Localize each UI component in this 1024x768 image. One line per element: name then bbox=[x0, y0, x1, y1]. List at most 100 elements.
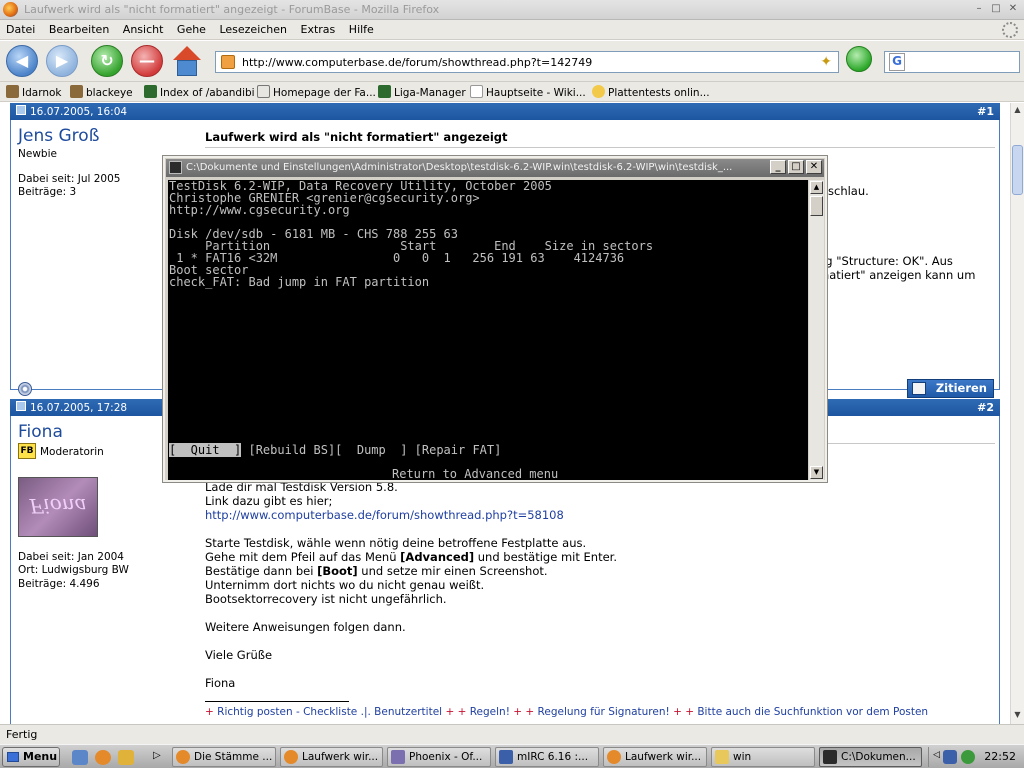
user-location: Ort: Ludwigsburg BW bbox=[18, 564, 129, 576]
post-text-fragment: schlau. bbox=[828, 184, 869, 198]
scroll-up-icon[interactable]: ▲ bbox=[810, 181, 823, 194]
reload-button[interactable]: ↻ bbox=[91, 45, 123, 77]
scroll-up-icon[interactable]: ▲ bbox=[1012, 105, 1023, 117]
back-button[interactable]: ◀ bbox=[6, 45, 38, 77]
close-button[interactable]: ✕ bbox=[1006, 2, 1020, 16]
page-scrollbar[interactable]: ▲ ▼ bbox=[1010, 103, 1024, 724]
menu-ansicht[interactable]: Ansicht bbox=[118, 20, 169, 36]
menu-hilfe[interactable]: Hilfe bbox=[344, 20, 379, 36]
scroll-down-icon[interactable]: ▼ bbox=[1012, 710, 1023, 722]
bulb-icon bbox=[592, 85, 605, 98]
signature-link[interactable]: .|. Benutzertitel bbox=[361, 706, 442, 718]
console-window[interactable]: C:\Dokumente und Einstellungen\Administr… bbox=[162, 155, 828, 483]
author-name-link[interactable]: Jens Groß bbox=[18, 126, 99, 146]
search-input[interactable]: G bbox=[884, 51, 1020, 73]
post-text: Bootsektorrecovery ist nicht ungefährlic… bbox=[205, 592, 447, 606]
bookmark-plattentests[interactable]: Plattentests onlin... bbox=[592, 85, 710, 99]
menu-gehe[interactable]: Gehe bbox=[172, 20, 211, 36]
user-rank: Moderatorin bbox=[40, 446, 104, 458]
console-titlebar[interactable]: C:\Dokumente und Einstellungen\Administr… bbox=[166, 159, 824, 177]
menu-lesezeichen[interactable]: Lesezeichen bbox=[214, 20, 292, 36]
user-post-count: Beiträge: 3 bbox=[18, 186, 77, 198]
console-icon[interactable] bbox=[169, 161, 182, 174]
bookmark-idarnok[interactable]: Idarnok bbox=[6, 85, 62, 99]
console-scroll-thumb[interactable] bbox=[810, 196, 823, 216]
thread-link[interactable]: http://www.computerbase.de/forum/showthr… bbox=[205, 508, 564, 522]
post-number-link[interactable]: #2 bbox=[977, 401, 994, 414]
tray-network-icon[interactable] bbox=[961, 750, 975, 764]
firefox-icon[interactable] bbox=[3, 2, 18, 17]
folder-icon bbox=[715, 750, 729, 764]
post-header: 16.07.2005, 16:04 #1 bbox=[10, 103, 1000, 120]
app-quicklaunch-icon[interactable] bbox=[118, 750, 134, 765]
go-button[interactable] bbox=[846, 46, 872, 72]
bookmark-blackeye[interactable]: blackeye bbox=[70, 85, 133, 99]
bookmark-liga-manager[interactable]: Liga-Manager bbox=[378, 85, 466, 99]
home-button[interactable] bbox=[171, 44, 203, 78]
post-text-fragment: ng "Structure: OK". Aus bbox=[818, 254, 953, 268]
firefox-icon bbox=[607, 750, 621, 764]
task-button[interactable]: Phoenix - Of... bbox=[387, 747, 491, 767]
console-scrollbar[interactable]: ▲ ▼ bbox=[809, 180, 824, 480]
google-icon[interactable]: G bbox=[889, 53, 905, 71]
post-text-line: Gehe mit dem Pfeil auf das Menü [Advance… bbox=[205, 550, 617, 564]
console-minimize-button[interactable]: _ bbox=[770, 160, 786, 174]
task-button[interactable]: Laufwerk wir... bbox=[280, 747, 383, 767]
maximize-button[interactable]: □ bbox=[989, 2, 1003, 16]
console-screen[interactable]: TestDisk 6.2-WIP, Data Recovery Utility,… bbox=[168, 180, 808, 480]
stop-button[interactable]: — bbox=[131, 45, 163, 77]
task-button[interactable]: Die Stämme ... bbox=[172, 747, 276, 767]
task-button[interactable]: win bbox=[711, 747, 815, 767]
bookmark-wikipedia[interactable]: Hauptseite - Wiki... bbox=[470, 85, 586, 99]
signature-link[interactable]: Regeln! bbox=[470, 706, 510, 718]
shield-icon bbox=[144, 85, 157, 98]
online-status-icon bbox=[18, 382, 32, 396]
signature-link[interactable]: Regelung für Signaturen! bbox=[538, 706, 670, 718]
shield-icon bbox=[378, 85, 391, 98]
console-line: check_FAT: Bad jump in FAT partition bbox=[169, 275, 430, 289]
firefox-icon bbox=[284, 750, 298, 764]
address-bar[interactable]: http://www.computerbase.de/forum/showthr… bbox=[215, 51, 839, 73]
menu-extras[interactable]: Extras bbox=[296, 20, 341, 36]
user-joined: Dabei seit: Jul 2005 bbox=[18, 173, 121, 185]
bookmark-index-abandibi[interactable]: Index of /abandibi bbox=[144, 85, 255, 99]
taskbar-clock[interactable]: 22:52 bbox=[984, 750, 1016, 763]
task-button[interactable]: mIRC 6.16 :... bbox=[495, 747, 599, 767]
console-title: C:\Dokumente und Einstellungen\Administr… bbox=[186, 162, 733, 173]
post-text: Link dazu gibt es hier; bbox=[205, 494, 333, 508]
quote-button[interactable]: Zitieren bbox=[907, 379, 994, 398]
post-number-link[interactable]: #1 bbox=[977, 105, 994, 118]
show-desktop-icon[interactable] bbox=[72, 750, 88, 765]
quit-option[interactable]: [ Quit ] bbox=[169, 443, 242, 457]
bookmark-homepage[interactable]: Homepage der Fa... bbox=[257, 85, 376, 99]
start-menu-button[interactable]: Menu bbox=[2, 747, 60, 767]
firefox-quicklaunch-icon[interactable] bbox=[95, 750, 111, 765]
post-text: Starte Testdisk, wähle wenn nötig deine … bbox=[205, 536, 587, 550]
moderator-badge-icon: FB bbox=[18, 443, 36, 459]
forward-button[interactable]: ▶ bbox=[46, 45, 78, 77]
signature-link[interactable]: Bitte auch die Suchfunktion vor dem Post… bbox=[697, 706, 928, 718]
avatar-text: Fiona bbox=[29, 494, 87, 518]
rss-feed-icon[interactable]: ✦ bbox=[820, 54, 832, 70]
taskbar: Menu ▷ Die Stämme ... Laufwerk wir... Ph… bbox=[0, 744, 1024, 768]
quicklaunch-expand-icon[interactable]: ▷ bbox=[153, 750, 163, 765]
minimize-button[interactable]: – bbox=[972, 2, 986, 16]
post-text: Fiona bbox=[205, 676, 236, 690]
task-button-active[interactable]: C:\Dokumen... bbox=[819, 747, 922, 767]
console-close-button[interactable]: ✕ bbox=[806, 160, 822, 174]
tray-mirc-icon[interactable] bbox=[943, 750, 957, 764]
post-date: 16.07.2005, 17:28 bbox=[16, 401, 127, 414]
menu-datei[interactable]: Datei bbox=[1, 20, 40, 36]
home-icon bbox=[173, 46, 201, 60]
console-menu-options[interactable]: [Rebuild BS][ Dump ] [Repair FAT] bbox=[241, 443, 501, 457]
author-name-link[interactable]: Fiona bbox=[18, 422, 63, 442]
scrollbar-thumb[interactable] bbox=[1012, 145, 1023, 195]
back-arrow-icon: ◀ bbox=[15, 51, 29, 70]
tray-expand-icon[interactable]: ◁ bbox=[933, 750, 941, 764]
scroll-down-icon[interactable]: ▼ bbox=[810, 466, 823, 479]
task-button[interactable]: Laufwerk wir... bbox=[603, 747, 707, 767]
signature-link[interactable]: Richtig posten - Checkliste bbox=[217, 706, 357, 718]
menu-bearbeiten[interactable]: Bearbeiten bbox=[44, 20, 114, 36]
console-menu: [ Quit ] [Rebuild BS][ Dump ] [Repair FA… bbox=[169, 443, 501, 457]
console-maximize-button[interactable]: □ bbox=[788, 160, 804, 174]
